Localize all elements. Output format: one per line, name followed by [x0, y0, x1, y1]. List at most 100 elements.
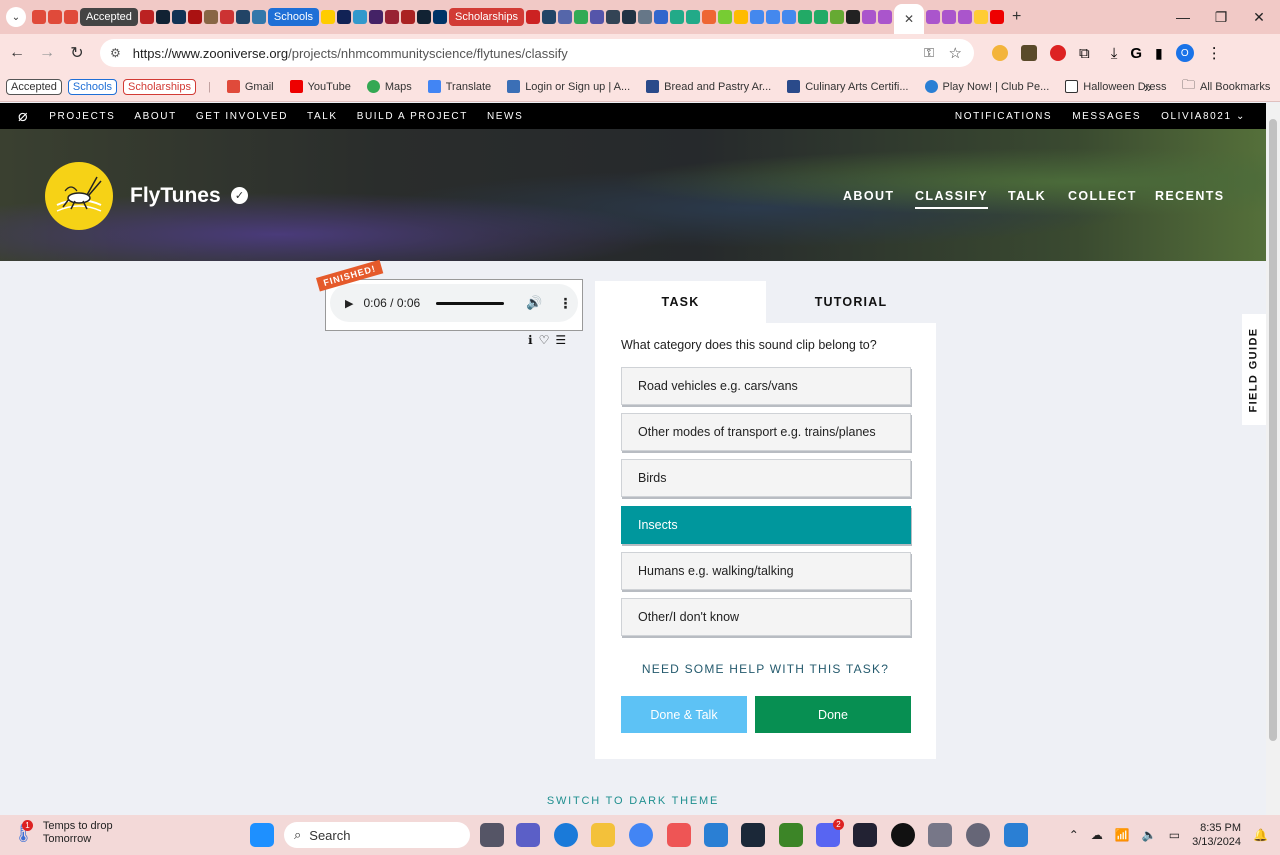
notification-bell-icon[interactable]: 🔔	[1253, 828, 1268, 842]
new-tab-plus-icon[interactable]: +	[1012, 8, 1021, 26]
audio-player[interactable]: ▶ 0:06 / 0:06 🔊 ⋮	[330, 284, 578, 322]
project-title[interactable]: FlyTunes	[130, 184, 221, 208]
site-tab-icon[interactable]	[622, 10, 636, 24]
tab-scholarships[interactable]: Scholarships	[449, 8, 524, 26]
site-tab-icon[interactable]	[590, 10, 604, 24]
bookmark-accepted[interactable]: Accepted	[6, 78, 62, 95]
chrome-icon[interactable]	[629, 823, 653, 847]
info-icon[interactable]: ℹ	[528, 333, 533, 347]
answer-other-transport[interactable]: Other modes of transport e.g. trains/pla…	[621, 413, 911, 451]
all-bookmarks[interactable]: 🗀 All Bookmarks	[1182, 76, 1270, 98]
taskbar-search[interactable]: ⌕ Search	[284, 822, 470, 848]
gmail-tab-icon[interactable]	[64, 10, 78, 24]
page-scrollbar[interactable]	[1266, 103, 1280, 815]
bookmark-maps[interactable]: Maps	[366, 80, 412, 93]
roblox-icon[interactable]	[928, 823, 952, 847]
audio-progress-track[interactable]	[436, 301, 505, 305]
tab-schools[interactable]: Schools	[267, 8, 320, 26]
scrollbar-thumb[interactable]	[1269, 119, 1277, 741]
switch-dark-theme-link[interactable]: SWITCH TO DARK THEME	[0, 795, 1266, 807]
volume-icon[interactable]: 🔊	[526, 295, 542, 311]
settings-gear-icon[interactable]	[966, 823, 990, 847]
bookmark-schools[interactable]: Schools	[67, 78, 118, 95]
site-tab-icon[interactable]	[219, 10, 234, 24]
site-tab-icon[interactable]	[385, 10, 400, 24]
side-panel-icon[interactable]: ▮	[1155, 45, 1163, 62]
battery-icon[interactable]: ▭	[1169, 828, 1180, 842]
bookmark-youtube[interactable]: YouTube	[289, 80, 351, 93]
windows-start-icon[interactable]	[250, 823, 274, 847]
site-tab-icon[interactable]	[766, 10, 780, 24]
site-tab-icon[interactable]	[958, 10, 972, 24]
wifi-icon[interactable]: 📶	[1115, 828, 1130, 842]
site-tab-icon[interactable]	[337, 10, 352, 24]
site-tab-icon[interactable]	[353, 10, 368, 24]
minecraft-icon[interactable]	[779, 823, 803, 847]
site-tab-icon[interactable]	[926, 10, 940, 24]
site-tab-icon[interactable]	[574, 10, 588, 24]
flytunes-logo[interactable]	[45, 162, 113, 230]
site-tab-icon[interactable]	[686, 10, 700, 24]
field-guide-tab[interactable]: FIELD GUIDE	[1242, 314, 1266, 425]
answer-other-dont-know[interactable]: Other/I don't know	[621, 598, 911, 636]
site-tab-icon[interactable]	[251, 10, 266, 24]
site-tab-icon[interactable]	[155, 10, 170, 24]
nav-news[interactable]: NEWS	[487, 111, 523, 122]
bookmark-star-icon[interactable]: ☆	[949, 44, 962, 62]
site-tab-icon[interactable]	[718, 10, 732, 24]
task-view-icon[interactable]	[480, 823, 504, 847]
google-icon[interactable]: G	[1130, 45, 1142, 62]
site-tab-icon[interactable]	[974, 10, 988, 24]
site-tab-icon[interactable]	[830, 10, 844, 24]
done-and-talk-button[interactable]: Done & Talk	[621, 696, 747, 733]
close-icon[interactable]: ✕	[1236, 0, 1280, 34]
nav-talk[interactable]: TALK	[307, 111, 338, 122]
site-tab-icon[interactable]	[203, 10, 218, 24]
project-nav-recents[interactable]: RECENTS	[1155, 189, 1225, 203]
site-tab-icon[interactable]	[369, 10, 384, 24]
tab-search-chevron-icon[interactable]: ⌄	[6, 7, 26, 27]
bookmark-club-penguin[interactable]: Play Now! | Club Pe...	[924, 80, 1049, 93]
nav-get-involved[interactable]: GET INVOLVED	[196, 111, 288, 122]
answer-humans[interactable]: Humans e.g. walking/talking	[621, 552, 911, 590]
discord-icon[interactable]: 2	[816, 819, 844, 847]
tab-task[interactable]: TASK	[595, 281, 766, 323]
nav-build-a-project[interactable]: BUILD A PROJECT	[357, 111, 468, 122]
favorite-heart-icon[interactable]: ♡	[539, 333, 550, 347]
speaker-icon[interactable]: 🔈	[1142, 828, 1157, 842]
audio-more-icon[interactable]: ⋮	[558, 295, 572, 312]
site-tab-icon[interactable]	[846, 10, 860, 24]
nav-about[interactable]: ABOUT	[134, 111, 176, 122]
app-icon[interactable]	[853, 823, 877, 847]
site-tab-icon[interactable]	[670, 10, 684, 24]
site-tab-icon[interactable]	[139, 10, 154, 24]
site-tab-icon[interactable]	[638, 10, 652, 24]
steam-icon[interactable]	[741, 823, 765, 847]
project-nav-about[interactable]: ABOUT	[843, 189, 894, 203]
bookmark-scholarships[interactable]: Scholarships	[123, 78, 196, 95]
site-tab-icon[interactable]	[606, 10, 620, 24]
site-tab-icon[interactable]	[433, 10, 448, 24]
task-help-link[interactable]: NEED SOME HELP WITH THIS TASK?	[595, 662, 936, 676]
youtube-tab-icon[interactable]	[990, 10, 1004, 24]
collection-list-icon[interactable]: ☰	[555, 333, 566, 347]
site-tab-icon[interactable]	[942, 10, 956, 24]
tab-accepted[interactable]: Accepted	[80, 8, 138, 26]
password-key-icon[interactable]: ⚿	[924, 45, 934, 61]
taskbar-clock[interactable]: 8:35 PM 3/13/2024	[1192, 821, 1241, 849]
site-tab-icon[interactable]	[702, 10, 716, 24]
play-icon[interactable]: ▶	[345, 297, 353, 310]
site-tab-icon[interactable]	[558, 10, 572, 24]
site-info-icon[interactable]: ⚙	[110, 46, 121, 60]
site-tab-icon[interactable]	[321, 10, 336, 24]
back-arrow-icon[interactable]: ←	[2, 38, 32, 68]
url-text[interactable]: https://www.zooniverse.org/projects/nhmc…	[133, 46, 568, 61]
site-tab-icon[interactable]	[542, 10, 556, 24]
more-menu-icon[interactable]: ⋮	[1207, 44, 1222, 62]
reload-icon[interactable]: ↻	[62, 38, 92, 68]
file-explorer-icon[interactable]	[591, 823, 615, 847]
zooniverse-logo-icon[interactable]: ⌀	[18, 106, 29, 126]
nav-messages[interactable]: MESSAGES	[1072, 111, 1141, 122]
bookmark-login[interactable]: Login or Sign up | A...	[507, 80, 630, 93]
site-tab-icon[interactable]	[734, 10, 748, 24]
